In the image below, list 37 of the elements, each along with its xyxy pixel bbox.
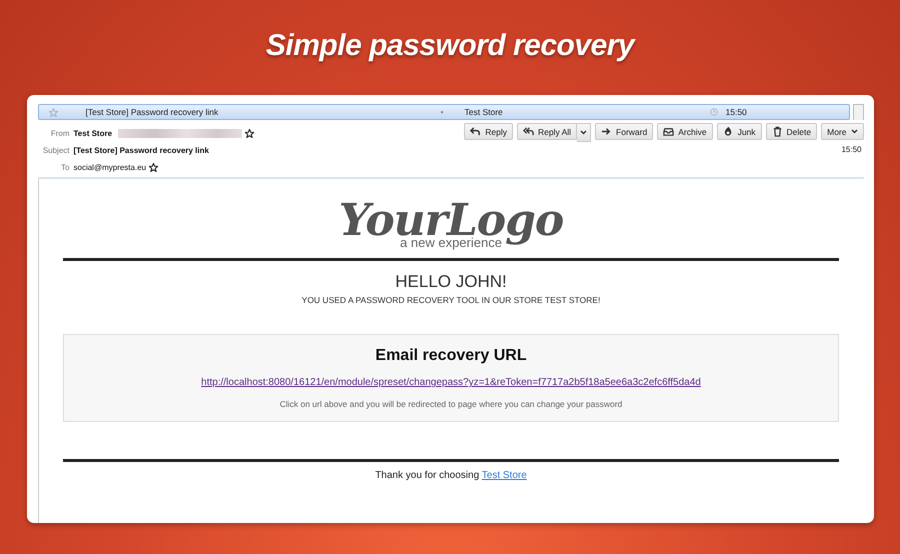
field-label: From [50, 129, 70, 138]
field-label: Subject [42, 146, 70, 155]
button-icon [722, 126, 734, 137]
store-link[interactable]: Test Store [482, 470, 527, 481]
message-time: 15:50 [841, 145, 862, 154]
button-icon [522, 126, 534, 137]
message-row[interactable]: [Test Store] Password recovery link • Test Store 15:50 [38, 104, 850, 120]
star-icon[interactable] [245, 129, 254, 138]
toolbar-button[interactable]: More [821, 123, 864, 140]
button-icon [601, 126, 612, 137]
caret-icon [580, 130, 588, 135]
toolbar-button[interactable]: Reply [464, 123, 513, 140]
panel-note: Click on url above and you will be redirected to page where you can change your password [280, 399, 622, 409]
greeting: HELLO JOHN! [395, 272, 507, 292]
caret-icon [850, 129, 858, 134]
button-icon [772, 126, 783, 137]
star-icon[interactable] [48, 108, 58, 116]
toolbar-button[interactable]: Forward [595, 123, 654, 140]
toolbar-button[interactable]: Delete [766, 123, 818, 140]
button-icon [470, 126, 482, 137]
dropdown-button[interactable] [577, 123, 592, 142]
button-icon [663, 126, 674, 137]
field-label: To [60, 163, 70, 172]
toolbar-button[interactable]: Reply All [516, 123, 578, 140]
scrollbar[interactable] [852, 104, 864, 120]
panel-heading: Email recovery URL [375, 347, 527, 365]
toolbar-button[interactable]: Junk [716, 123, 762, 140]
intro-text: YOU USED A PASSWORD RECOVERY TOOL IN OUR STORE TEST STORE! [302, 295, 600, 305]
banner-title: Simple password recovery [266, 28, 634, 64]
toolbar-button[interactable]: Archive [657, 123, 713, 140]
field-value[interactable]: Test Store [74, 129, 112, 138]
field-value: [Test Store] Password recovery link [74, 146, 209, 155]
field-value[interactable]: social@mypresta.eu [74, 163, 146, 172]
footer-text: Thank you for choosing Test Store [375, 470, 527, 481]
recovery-link[interactable]: http://localhost:8080/16121/en/module/spreset/changepass?yz=1&reToken=f7717a2b5f18a5ee6a3c2efc6ff5da4d [201, 377, 701, 388]
star-icon[interactable] [149, 163, 158, 172]
clock-icon [710, 108, 718, 116]
